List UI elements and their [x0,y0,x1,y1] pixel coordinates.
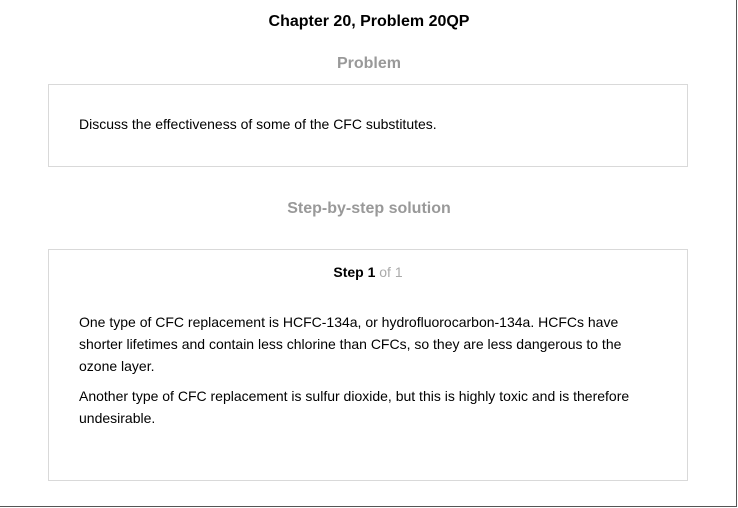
step-header: Step 1 of 1 [49,263,687,281]
step-body: One type of CFC replacement is HCFC-134a… [79,311,659,437]
solution-box: Step 1 of 1 One type of CFC replacement … [48,249,688,481]
problem-text: Discuss the effectiveness of some of the… [79,116,437,132]
problem-box: Discuss the effectiveness of some of the… [48,84,688,167]
chapter-title: Chapter 20, Problem 20QP [268,13,470,30]
solution-heading: Step-by-step solution [287,200,451,217]
step-paragraph: Another type of CFC replacement is sulfu… [79,388,630,426]
step-count: of 1 [379,264,403,280]
step-label: Step 1 [333,264,376,280]
step-paragraph: One type of CFC replacement is HCFC-134a… [79,314,622,374]
page-frame: Chapter 20, Problem 20QP Problem Discuss… [0,0,737,507]
problem-heading: Problem [336,55,401,72]
